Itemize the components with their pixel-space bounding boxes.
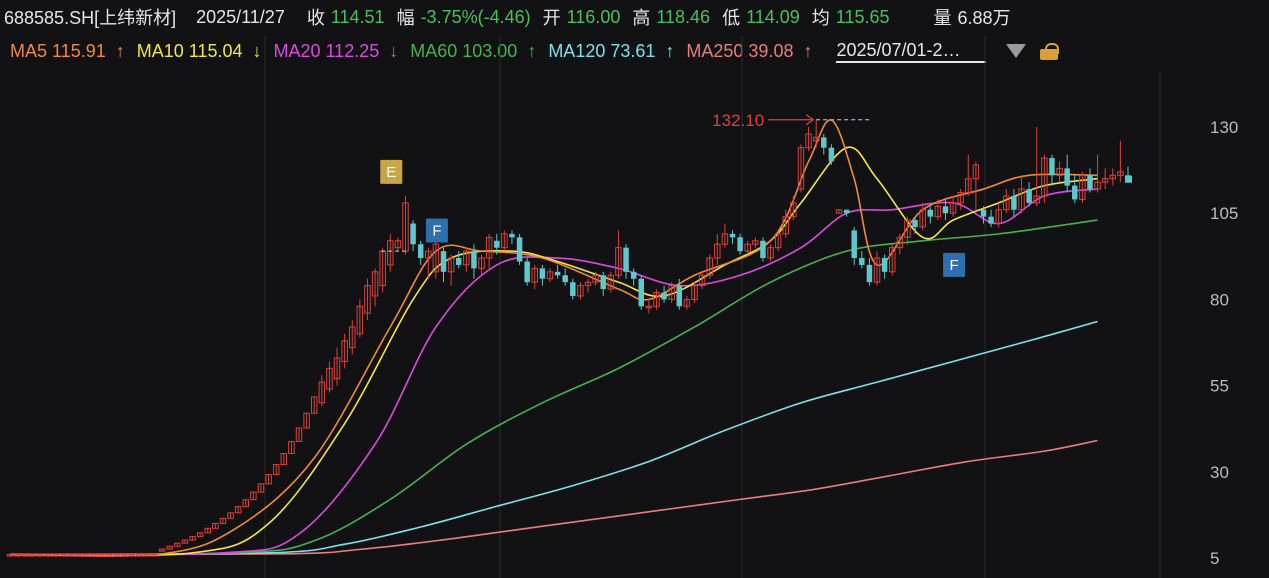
candle-body bbox=[851, 230, 857, 259]
candle-body bbox=[524, 261, 530, 283]
event-badge-label: F bbox=[432, 222, 441, 239]
candle-body bbox=[737, 237, 743, 252]
candle-body bbox=[1064, 168, 1070, 186]
candle-body bbox=[859, 258, 865, 265]
candle-body bbox=[843, 209, 850, 214]
candle-body bbox=[912, 220, 918, 227]
candle-body bbox=[554, 271, 561, 276]
candle-body bbox=[828, 147, 835, 162]
candle-body bbox=[1072, 185, 1078, 200]
candle-body bbox=[881, 258, 888, 272]
candle-body bbox=[570, 282, 576, 296]
ma10-line bbox=[9, 146, 1098, 557]
candle-body bbox=[494, 240, 500, 248]
y-tick-label: 30 bbox=[1210, 463, 1229, 482]
y-tick-label: 55 bbox=[1210, 377, 1229, 396]
candle-body bbox=[980, 209, 987, 217]
candle-body bbox=[729, 233, 736, 238]
candle-body bbox=[1026, 189, 1032, 203]
candle-body bbox=[562, 275, 568, 283]
candle-body bbox=[1087, 175, 1093, 190]
candle-body bbox=[417, 244, 424, 259]
y-tick-label: 105 bbox=[1210, 204, 1238, 223]
candle-body bbox=[676, 285, 683, 307]
ma120-line bbox=[9, 320, 1098, 556]
candle-body bbox=[1049, 158, 1055, 176]
candle-body bbox=[942, 206, 949, 214]
candlestick-chart[interactable]: 130 105 80 55 30 5 132.10 E F F bbox=[0, 0, 1269, 578]
candle-body bbox=[440, 251, 447, 272]
candle-body bbox=[661, 292, 667, 300]
candle-body bbox=[516, 237, 523, 262]
max-marker-label: 132.10 bbox=[712, 111, 764, 130]
candle-body bbox=[623, 247, 629, 272]
candle-body bbox=[600, 275, 606, 290]
candle-body bbox=[509, 233, 515, 238]
y-tick-label: 130 bbox=[1210, 118, 1238, 137]
stock-chart-window: 688585.SH[上纬新材] 2025/11/27 收 114.51 幅 -3… bbox=[0, 0, 1269, 578]
candle-body bbox=[927, 209, 933, 217]
y-tick-label: 80 bbox=[1210, 290, 1229, 309]
ma250-line bbox=[9, 439, 1098, 556]
candle-body bbox=[410, 223, 416, 245]
ma60-line bbox=[9, 219, 1098, 556]
event-badge-label: F bbox=[949, 257, 958, 274]
candle-body bbox=[760, 240, 766, 259]
candle-body bbox=[539, 268, 546, 279]
event-badge-label: E bbox=[386, 164, 396, 181]
candle-body bbox=[471, 251, 477, 269]
last-price-marker bbox=[1125, 175, 1132, 183]
candle-body bbox=[988, 216, 994, 224]
ma20-line bbox=[9, 188, 1098, 556]
candle-body bbox=[866, 264, 873, 283]
candle-body bbox=[455, 258, 462, 265]
candle-body bbox=[821, 137, 827, 148]
candle-body bbox=[630, 271, 637, 279]
candle-body bbox=[1011, 195, 1017, 210]
y-tick-label: 5 bbox=[1210, 549, 1219, 568]
candle-body bbox=[638, 278, 644, 307]
